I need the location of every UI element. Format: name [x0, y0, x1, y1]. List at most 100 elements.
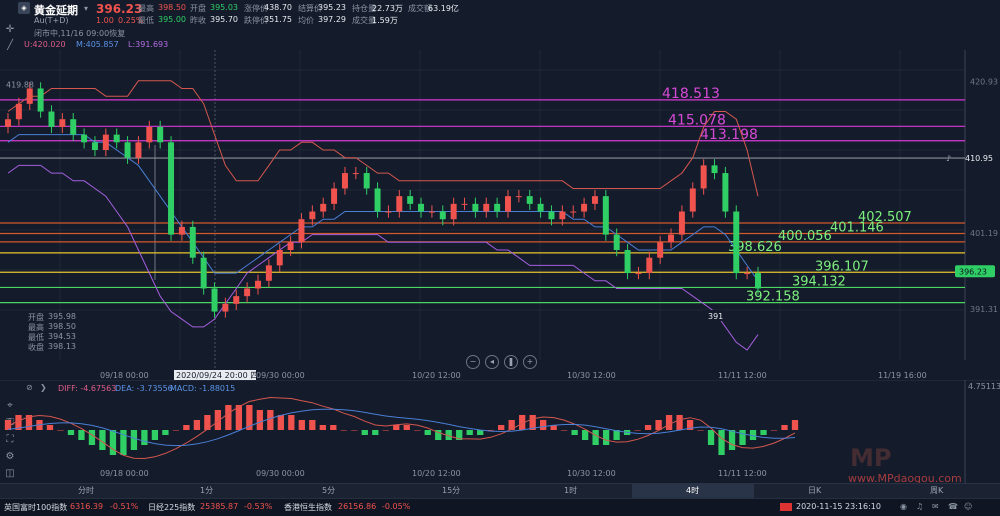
candle-body[interactable] — [157, 126, 164, 143]
candle-body[interactable] — [755, 273, 761, 289]
candle-body[interactable] — [113, 134, 120, 143]
price-axis-label: 401.19 — [970, 229, 998, 238]
candle-body[interactable] — [548, 211, 555, 220]
crosshair-icon[interactable]: ✛ — [4, 24, 16, 36]
zoom-out-icon[interactable]: − — [466, 355, 480, 369]
candle-body[interactable] — [559, 211, 566, 220]
candle-body[interactable] — [439, 211, 446, 220]
candle-body[interactable] — [265, 265, 272, 281]
candle-body[interactable] — [396, 196, 403, 212]
candle-body[interactable] — [200, 257, 207, 289]
macd-bar — [414, 430, 421, 431]
candle-body[interactable] — [168, 142, 175, 235]
tab-15min[interactable]: 15分 — [442, 485, 460, 496]
tab-4hour[interactable]: 4时 — [686, 485, 699, 496]
candle-body[interactable] — [59, 119, 66, 127]
candle-body[interactable] — [276, 250, 283, 266]
ticker-ftse-name[interactable]: 英国富时100指数 — [4, 502, 67, 513]
candle-body[interactable] — [428, 211, 435, 213]
candle-body[interactable] — [461, 203, 468, 205]
candle-body[interactable] — [341, 173, 348, 189]
tab-1min[interactable]: 1分 — [200, 485, 213, 496]
macd-bar — [393, 425, 400, 430]
candle-body[interactable] — [668, 234, 675, 243]
candle-body[interactable] — [635, 273, 642, 275]
candle-body[interactable] — [711, 165, 718, 174]
wechat-icon[interactable]: ☺ — [964, 502, 972, 511]
candle-body[interactable] — [515, 196, 522, 198]
candle-body[interactable] — [48, 111, 55, 127]
candle-body[interactable] — [646, 257, 653, 274]
candle-body[interactable] — [178, 226, 185, 235]
tab-5min[interactable]: 5分 — [322, 485, 335, 496]
candle-body[interactable] — [15, 103, 22, 120]
candle-body[interactable] — [287, 242, 294, 250]
candle-body[interactable] — [526, 196, 533, 204]
candle-body[interactable] — [407, 196, 414, 204]
x-tick-label: 11/11 12:00 — [718, 371, 767, 380]
candle-body[interactable] — [624, 250, 631, 274]
candle-body[interactable] — [320, 203, 327, 212]
candle-body[interactable] — [472, 203, 479, 212]
tab-timeshare[interactable]: 分时 — [78, 485, 94, 496]
candle-body[interactable] — [81, 134, 88, 143]
candlestick-chart[interactable]: 418.513415.078413.198402.507401.146400.0… — [0, 50, 1000, 380]
boll-lower-value: L:391.693 — [128, 40, 169, 49]
candle-body[interactable] — [744, 273, 751, 275]
chevron-down-icon[interactable]: ▾ — [84, 4, 88, 13]
candle-body[interactable] — [591, 196, 598, 204]
candle-body[interactable] — [505, 196, 511, 212]
candle-body[interactable] — [244, 288, 251, 297]
candle-body[interactable] — [537, 203, 544, 212]
candle-body[interactable] — [494, 203, 501, 212]
ticker-nikkei-name[interactable]: 日经225指数 — [148, 502, 195, 513]
candle-body[interactable] — [331, 188, 338, 204]
candle-body[interactable] — [418, 203, 425, 212]
candle-body[interactable] — [309, 211, 316, 220]
candle-body[interactable] — [124, 142, 131, 158]
candle-body[interactable] — [613, 234, 620, 250]
stat-value: 351.75 — [264, 15, 292, 24]
ticker-hsi-name[interactable]: 香港恒生指数 — [284, 502, 332, 513]
candle-body[interactable] — [570, 211, 577, 213]
candle-body[interactable] — [700, 165, 707, 189]
candle-body[interactable] — [37, 88, 44, 112]
candle-body[interactable] — [26, 88, 33, 104]
candle-body[interactable] — [102, 134, 109, 150]
candle-body[interactable] — [146, 126, 153, 143]
candle-body[interactable] — [91, 142, 98, 150]
candle-body[interactable] — [233, 296, 240, 304]
candle-body[interactable] — [483, 203, 490, 212]
phone-icon[interactable]: ☎ — [948, 502, 958, 511]
candle-body[interactable] — [70, 119, 77, 135]
candle-body[interactable] — [222, 303, 229, 312]
tab-daily[interactable]: 日K — [808, 485, 821, 496]
candle-body[interactable] — [689, 188, 696, 212]
candle-body[interactable] — [657, 242, 664, 258]
candle-body[interactable] — [733, 211, 740, 274]
macd-bar — [466, 430, 473, 435]
candle-body[interactable] — [352, 173, 359, 175]
candle-body[interactable] — [363, 173, 370, 189]
candle-body[interactable] — [450, 203, 457, 220]
message-icon[interactable]: ✉ — [932, 502, 939, 511]
candle-body[interactable] — [602, 196, 609, 235]
previous-icon[interactable]: ◂ — [485, 355, 499, 369]
tab-1hour[interactable]: 1时 — [564, 485, 577, 496]
pause-icon[interactable]: ❚ — [504, 355, 518, 369]
tab-weekly[interactable]: 周K — [930, 485, 943, 496]
zoom-in-icon[interactable]: + — [523, 355, 537, 369]
candle-body[interactable] — [5, 119, 11, 127]
candle-body[interactable] — [135, 142, 142, 158]
candle-body[interactable] — [374, 188, 381, 212]
candle-body[interactable] — [581, 203, 588, 212]
bell-icon[interactable]: ♪ — [946, 154, 951, 163]
candle-body[interactable] — [211, 288, 218, 312]
candle-body[interactable] — [189, 226, 196, 258]
candle-body[interactable] — [298, 219, 305, 243]
candle-body[interactable] — [385, 211, 392, 213]
candle-body[interactable] — [255, 280, 261, 289]
candle-body[interactable] — [678, 211, 685, 235]
bell-icon[interactable]: ♫ — [916, 502, 923, 511]
candle-body[interactable] — [722, 173, 729, 212]
